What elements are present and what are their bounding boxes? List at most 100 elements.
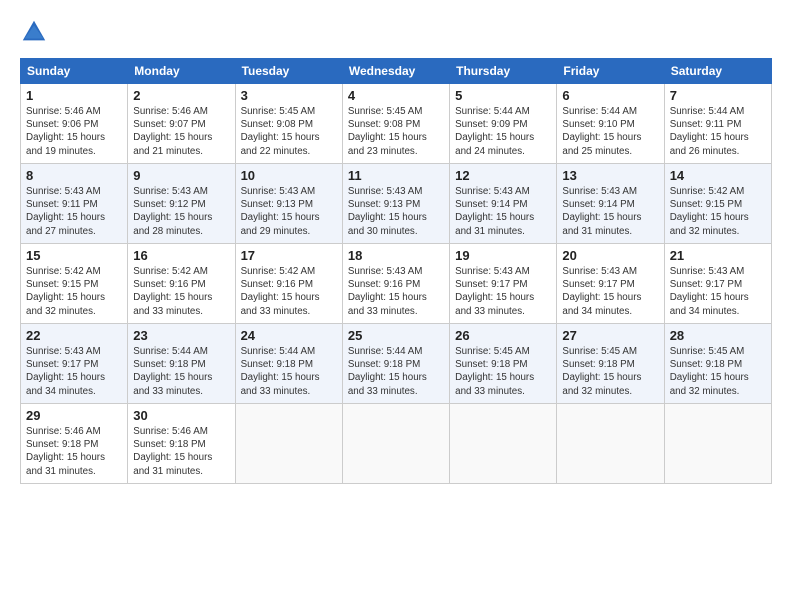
table-row: 18Sunrise: 5:43 AMSunset: 9:16 PMDayligh… — [342, 244, 449, 324]
sunset-text: Sunset: 9:16 PM — [133, 279, 205, 290]
sunrise-text: Sunrise: 5:43 AM — [455, 266, 530, 277]
day-info: Sunrise: 5:46 AMSunset: 9:07 PMDaylight:… — [133, 105, 229, 158]
sunrise-text: Sunrise: 5:44 AM — [455, 106, 530, 117]
table-row: 10Sunrise: 5:43 AMSunset: 9:13 PMDayligh… — [235, 164, 342, 244]
sunrise-text: Sunrise: 5:43 AM — [455, 186, 530, 197]
day-info: Sunrise: 5:46 AMSunset: 9:18 PMDaylight:… — [26, 425, 122, 478]
sunset-text: Sunset: 9:17 PM — [26, 359, 98, 370]
table-row — [557, 404, 664, 484]
sunset-text: Sunset: 9:17 PM — [562, 279, 634, 290]
sunrise-text: Sunrise: 5:43 AM — [562, 266, 637, 277]
col-header-saturday: Saturday — [664, 59, 771, 84]
day-info: Sunrise: 5:44 AM Sunset: 9:18 PM Daylight:… — [241, 345, 337, 398]
sunset-text: Sunset: 9:13 PM — [348, 199, 420, 210]
sunrise-text: Sunrise: 5:44 AM — [670, 106, 745, 117]
daylight-text: Daylight: 15 hours and 33 minutes. — [348, 372, 427, 396]
table-row: 5Sunrise: 5:44 AMSunset: 9:09 PMDaylight… — [450, 84, 557, 164]
table-row: 15 Sunrise: 5:42 AM Sunset: 9:15 PM Dayligh… — [21, 244, 128, 324]
day-info: Sunrise: 5:43 AMSunset: 9:11 PMDaylight:… — [26, 185, 122, 238]
sunset-text: Sunset: 9:17 PM — [670, 279, 742, 290]
day-number: 26 — [455, 328, 551, 343]
sunset-text: Sunset: 9:09 PM — [455, 119, 527, 130]
day-info: Sunrise: 5:43 AM Sunset: 9:14 PM Daylight:… — [562, 185, 658, 238]
day-number: 18 — [348, 248, 444, 263]
sunrise-text: Sunrise: 5:46 AM — [26, 426, 101, 437]
daylight-text: Daylight: 15 hours and 28 minutes. — [133, 212, 212, 236]
table-row — [235, 404, 342, 484]
day-info: Sunrise: 5:43 AMSunset: 9:13 PMDaylight:… — [241, 185, 337, 238]
sunrise-text: Sunrise: 5:43 AM — [348, 266, 423, 277]
day-info: Sunrise: 5:43 AM Sunset: 9:17 PM Daylight:… — [26, 345, 122, 398]
sunset-text: Sunset: 9:18 PM — [26, 439, 98, 450]
sunrise-text: Sunrise: 5:44 AM — [562, 106, 637, 117]
sunset-text: Sunset: 9:13 PM — [241, 199, 313, 210]
table-row: 27Sunrise: 5:45 AMSunset: 9:18 PMDayligh… — [557, 324, 664, 404]
sunrise-text: Sunrise: 5:43 AM — [562, 186, 637, 197]
daylight-text: Daylight: 15 hours and 19 minutes. — [26, 132, 105, 156]
sunset-text: Sunset: 9:14 PM — [562, 199, 634, 210]
table-row: 28Sunrise: 5:45 AMSunset: 9:18 PMDayligh… — [664, 324, 771, 404]
sunrise-text: Sunrise: 5:43 AM — [26, 186, 101, 197]
sunrise-text: Sunrise: 5:43 AM — [26, 346, 101, 357]
day-number: 3 — [241, 88, 337, 103]
day-number: 4 — [348, 88, 444, 103]
daylight-text: Daylight: 15 hours and 29 minutes. — [241, 212, 320, 236]
daylight-text: Daylight: 15 hours and 32 minutes. — [26, 292, 105, 316]
day-info: Sunrise: 5:45 AMSunset: 9:18 PMDaylight:… — [562, 345, 658, 398]
calendar-week-2: 15 Sunrise: 5:42 AM Sunset: 9:15 PM Dayligh… — [21, 244, 772, 324]
day-number: 8 — [26, 168, 122, 183]
table-row: 8 Sunrise: 5:43 AMSunset: 9:11 PMDaylight… — [21, 164, 128, 244]
col-header-friday: Friday — [557, 59, 664, 84]
calendar-table: SundayMondayTuesdayWednesdayThursdayFrid… — [20, 58, 772, 484]
table-row: 6Sunrise: 5:44 AMSunset: 9:10 PMDaylight… — [557, 84, 664, 164]
day-info: Sunrise: 5:44 AMSunset: 9:18 PMDaylight:… — [348, 345, 444, 398]
sunrise-text: Sunrise: 5:42 AM — [26, 266, 101, 277]
logo — [20, 18, 52, 46]
sunset-text: Sunset: 9:10 PM — [562, 119, 634, 130]
sunrise-text: Sunrise: 5:45 AM — [455, 346, 530, 357]
col-header-wednesday: Wednesday — [342, 59, 449, 84]
daylight-text: Daylight: 15 hours and 34 minutes. — [26, 372, 105, 396]
table-row: 16Sunrise: 5:42 AMSunset: 9:16 PMDayligh… — [128, 244, 235, 324]
sunset-text: Sunset: 9:12 PM — [133, 199, 205, 210]
daylight-text: Daylight: 15 hours and 33 minutes. — [241, 372, 320, 396]
day-number: 14 — [670, 168, 766, 183]
daylight-text: Daylight: 15 hours and 21 minutes. — [133, 132, 212, 156]
day-info: Sunrise: 5:42 AMSunset: 9:16 PMDaylight:… — [133, 265, 229, 318]
day-number: 20 — [562, 248, 658, 263]
daylight-text: Daylight: 15 hours and 33 minutes. — [455, 292, 534, 316]
table-row: 26Sunrise: 5:45 AMSunset: 9:18 PMDayligh… — [450, 324, 557, 404]
table-row: 25Sunrise: 5:44 AMSunset: 9:18 PMDayligh… — [342, 324, 449, 404]
day-number: 23 — [133, 328, 229, 343]
daylight-text: Daylight: 15 hours and 31 minutes. — [562, 212, 641, 236]
table-row: 1Sunrise: 5:46 AMSunset: 9:06 PMDaylight… — [21, 84, 128, 164]
day-number: 13 — [562, 168, 658, 183]
page-container: SundayMondayTuesdayWednesdayThursdayFrid… — [0, 0, 792, 494]
day-number: 2 — [133, 88, 229, 103]
day-number: 22 — [26, 328, 122, 343]
sunset-text: Sunset: 9:15 PM — [26, 279, 98, 290]
sunrise-text: Sunrise: 5:45 AM — [348, 106, 423, 117]
sunset-text: Sunset: 9:18 PM — [241, 359, 313, 370]
sunset-text: Sunset: 9:11 PM — [670, 119, 742, 130]
day-number: 19 — [455, 248, 551, 263]
day-number: 21 — [670, 248, 766, 263]
calendar-header-row: SundayMondayTuesdayWednesdayThursdayFrid… — [21, 59, 772, 84]
sunrise-text: Sunrise: 5:42 AM — [670, 186, 745, 197]
day-number: 15 — [26, 248, 122, 263]
sunrise-text: Sunrise: 5:42 AM — [241, 266, 316, 277]
sunset-text: Sunset: 9:18 PM — [133, 359, 205, 370]
day-number: 7 — [670, 88, 766, 103]
sunset-text: Sunset: 9:08 PM — [348, 119, 420, 130]
logo-icon — [20, 18, 48, 46]
daylight-text: Daylight: 15 hours and 34 minutes. — [562, 292, 641, 316]
col-header-sunday: Sunday — [21, 59, 128, 84]
sunrise-text: Sunrise: 5:46 AM — [133, 106, 208, 117]
table-row: 22 Sunrise: 5:43 AM Sunset: 9:17 PM Dayligh… — [21, 324, 128, 404]
sunset-text: Sunset: 9:14 PM — [455, 199, 527, 210]
sunrise-text: Sunrise: 5:44 AM — [241, 346, 316, 357]
day-number: 29 — [26, 408, 122, 423]
sunset-text: Sunset: 9:15 PM — [670, 199, 742, 210]
daylight-text: Daylight: 15 hours and 25 minutes. — [562, 132, 641, 156]
sunset-text: Sunset: 9:16 PM — [348, 279, 420, 290]
